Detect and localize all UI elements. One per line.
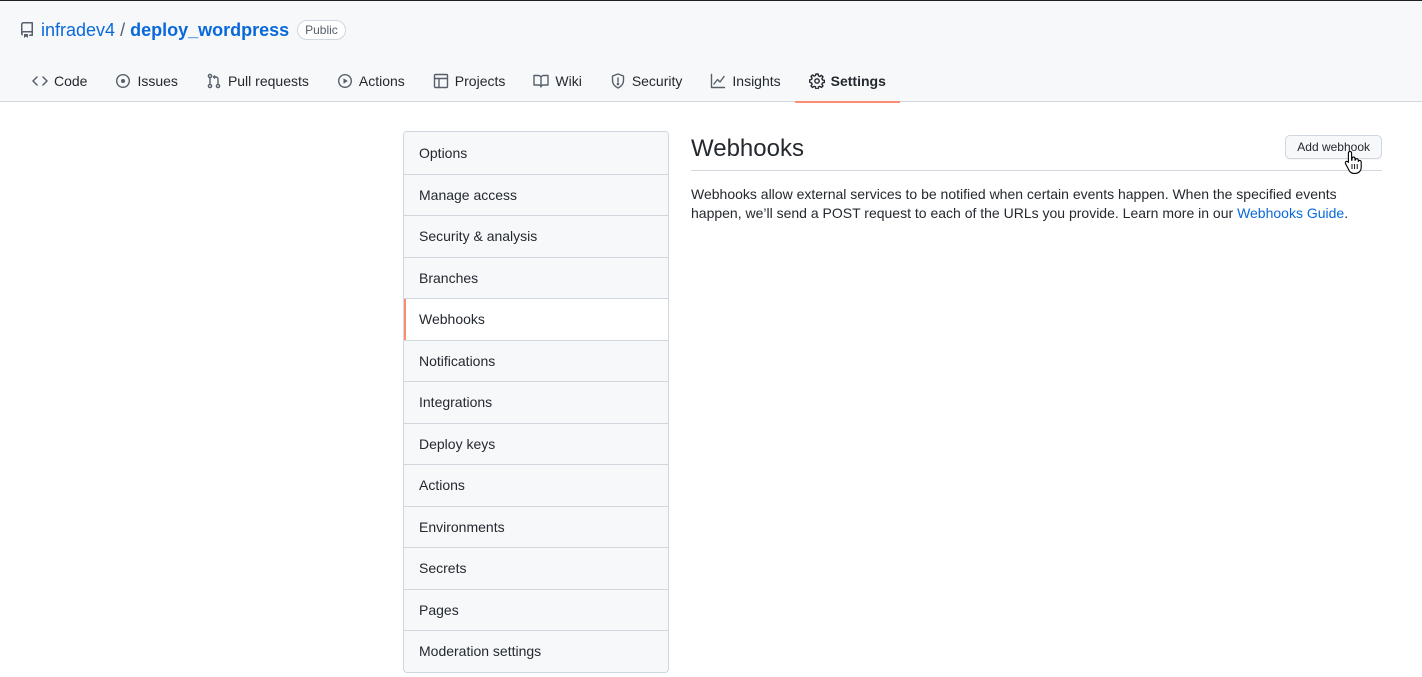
git-pull-request-icon (206, 73, 222, 89)
table-icon (433, 73, 449, 89)
tab-label: Settings (830, 73, 886, 89)
tab-label: Actions (358, 73, 405, 89)
repo-icon (19, 22, 35, 38)
menu-item-options[interactable]: Options (404, 132, 668, 174)
tab-code[interactable]: Code (18, 61, 101, 101)
page-title: Webhooks (691, 135, 804, 162)
tab-label: Issues (137, 73, 178, 89)
tab-label: Code (54, 73, 88, 89)
menu-item-secrets[interactable]: Secrets (404, 547, 668, 589)
tab-settings[interactable]: Settings (794, 61, 901, 103)
repo-title: infradev4 / deploy_wordpress Public (19, 18, 346, 42)
menu-item-webhooks[interactable]: Webhooks (404, 298, 668, 340)
menu-item-integrations[interactable]: Integrations (404, 381, 668, 423)
tab-wiki[interactable]: Wiki (519, 61, 595, 101)
description-end: . (1344, 205, 1349, 221)
issue-opened-icon (115, 73, 131, 89)
webhooks-guide-link[interactable]: Webhooks Guide (1237, 205, 1344, 221)
code-icon (32, 73, 48, 89)
tab-label: Security (631, 73, 683, 89)
webhooks-description: Webhooks allow external services to be n… (691, 185, 1382, 223)
visibility-badge: Public (297, 20, 346, 40)
hand-pointer-cursor-icon (1344, 150, 1362, 174)
tab-label: Projects (454, 73, 506, 89)
menu-item-environments[interactable]: Environments (404, 505, 668, 548)
menu-item-security-analysis[interactable]: Security & analysis (404, 215, 668, 257)
repo-header: infradev4 / deploy_wordpress Public Code… (0, 0, 1422, 103)
tab-label: Insights (732, 73, 781, 89)
menu-item-notifications[interactable]: Notifications (404, 339, 668, 382)
subhead: Webhooks Add webhook (691, 131, 1382, 171)
tab-insights[interactable]: Insights (696, 61, 794, 101)
menu-item-moderation-settings[interactable]: Moderation settings (404, 630, 668, 672)
add-webhook-button[interactable]: Add webhook (1285, 135, 1382, 159)
play-icon (337, 73, 353, 89)
book-icon (533, 73, 550, 89)
graph-icon (710, 73, 726, 89)
settings-menu: Options Manage access Security & analysi… (403, 131, 669, 673)
menu-item-deploy-keys[interactable]: Deploy keys (404, 422, 668, 465)
tab-security[interactable]: Security (596, 61, 697, 101)
menu-item-pages[interactable]: Pages (404, 588, 668, 631)
tab-label: Wiki (555, 73, 582, 89)
tab-issues[interactable]: Issues (101, 61, 191, 101)
repo-nav-tabs: Code Issues Pull requests Actions Projec… (18, 61, 901, 103)
shield-icon (610, 73, 626, 89)
repo-owner-link[interactable]: infradev4 (41, 18, 115, 42)
menu-item-manage-access[interactable]: Manage access (404, 173, 668, 216)
webhooks-content: Webhooks Add webhook Webhooks allow exte… (691, 131, 1382, 237)
tab-pull-requests[interactable]: Pull requests (192, 61, 323, 101)
gear-icon (808, 73, 825, 89)
repo-path-separator: / (120, 20, 126, 40)
tab-projects[interactable]: Projects (419, 61, 520, 101)
repo-name-link[interactable]: deploy_wordpress (130, 18, 289, 42)
tab-label: Pull requests (227, 73, 309, 89)
tab-actions[interactable]: Actions (323, 61, 419, 101)
menu-item-branches[interactable]: Branches (404, 256, 668, 299)
menu-item-actions[interactable]: Actions (404, 464, 668, 506)
